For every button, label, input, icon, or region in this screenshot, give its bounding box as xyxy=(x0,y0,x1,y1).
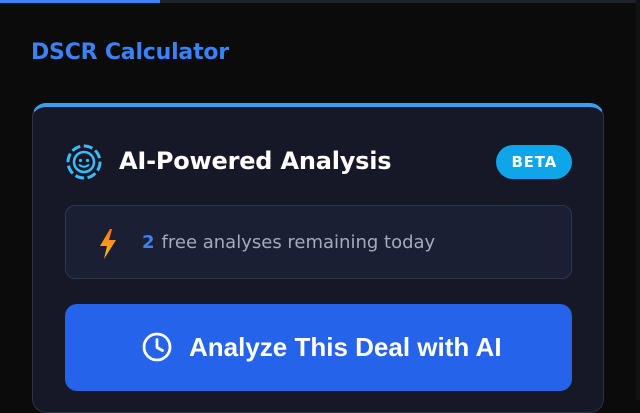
usage-info-box: 2 free analyses remaining today xyxy=(65,205,572,279)
top-progress-fill xyxy=(0,0,160,3)
top-progress-bar xyxy=(0,0,640,3)
beta-badge: BETA xyxy=(496,145,572,179)
usage-count: 2 xyxy=(142,232,155,253)
analyze-button-label: Analyze This Deal with AI xyxy=(189,332,502,362)
usage-text: 2 free analyses remaining today xyxy=(142,232,435,253)
card-header: AI-Powered Analysis BETA xyxy=(65,143,572,183)
brain-icon xyxy=(66,144,102,180)
clock-icon xyxy=(142,332,172,362)
scrollbar-track[interactable] xyxy=(636,0,640,400)
card-title: AI-Powered Analysis xyxy=(119,147,392,175)
lightning-bolt-icon xyxy=(100,229,116,259)
analyze-deal-button[interactable]: Analyze This Deal with AI xyxy=(65,304,572,391)
usage-label: free analyses remaining today xyxy=(161,232,436,253)
ai-analysis-card: AI-Powered Analysis BETA 2 free analyses … xyxy=(32,103,604,413)
page-title: DSCR Calculator xyxy=(31,40,229,65)
